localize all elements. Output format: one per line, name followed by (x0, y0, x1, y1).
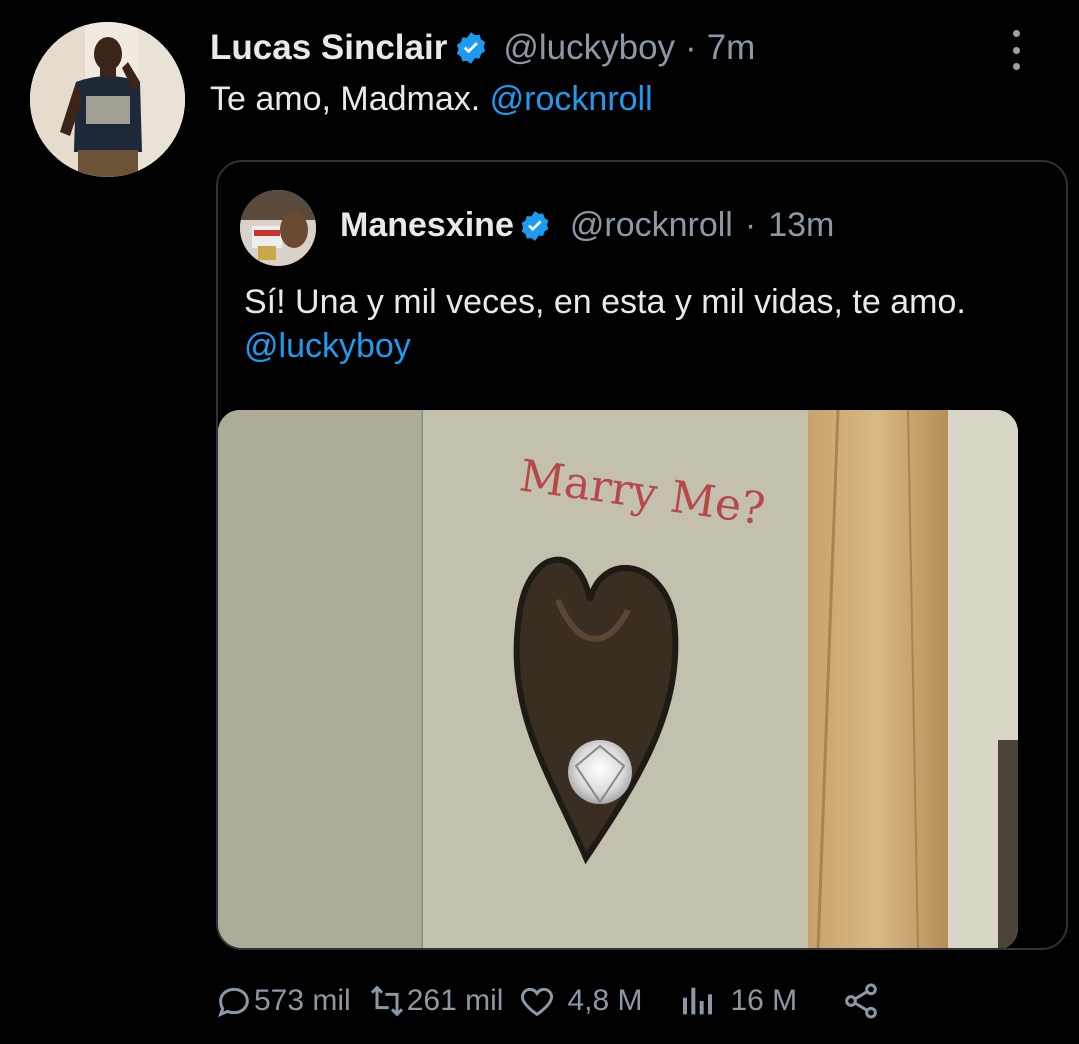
views-button[interactable]: 16 M (678, 981, 797, 1021)
tweet-text: Te amo, Madmax. @rocknroll (210, 80, 653, 119)
verified-badge-icon (521, 210, 549, 241)
quoted-tweet-image[interactable]: Marry Me? (218, 410, 1018, 948)
retweet-count: 261 mil (406, 984, 504, 1017)
quoted-tweet-card[interactable]: Manesxine @rocknroll · 13m Sí! Una y mil… (216, 160, 1068, 950)
quoted-body: Sí! Una y mil veces, en esta y mil vidas… (244, 283, 966, 321)
reply-count: 573 mil (254, 984, 351, 1017)
like-button[interactable]: 4,8 M (517, 981, 642, 1021)
more-icon[interactable] (1006, 30, 1026, 70)
tweet-body: Te amo, Madmax. (210, 80, 481, 118)
share-button[interactable] (841, 981, 881, 1021)
tweet-actions: 573 mil 261 mil 4,8 M 16 M (214, 976, 881, 1026)
quoted-tweet-text: Sí! Una y mil veces, en esta y mil vidas… (244, 280, 1044, 368)
verified-badge-icon (457, 32, 486, 64)
views-icon (683, 987, 713, 1015)
author-handle[interactable]: @luckyboy (503, 28, 675, 68)
author-avatar[interactable] (30, 22, 185, 177)
quoted-header: Manesxine @rocknroll · 13m (340, 206, 834, 245)
views-count: 16 M (730, 984, 798, 1017)
retweet-icon (370, 985, 403, 1017)
share-icon (845, 983, 878, 1019)
quoted-author-avatar[interactable] (240, 190, 316, 266)
author-name[interactable]: Lucas Sinclair (210, 28, 447, 68)
quoted-author-name[interactable]: Manesxine (340, 206, 514, 245)
like-icon (521, 987, 554, 1017)
separator-dot: · (744, 206, 757, 244)
reply-button[interactable]: 573 mil (214, 981, 351, 1021)
retweet-button[interactable]: 261 mil (367, 981, 504, 1021)
quoted-author-handle[interactable]: @rocknroll (570, 206, 733, 245)
tweet-header: Lucas Sinclair @luckyboy · 7m (210, 28, 755, 68)
like-count: 4,8 M (567, 984, 643, 1017)
mention-link[interactable]: @rocknroll (490, 80, 653, 118)
mention-link[interactable]: @luckyboy (244, 327, 411, 365)
separator-dot: · (685, 28, 697, 67)
tweet-time[interactable]: 7m (707, 28, 756, 68)
reply-icon (218, 987, 249, 1018)
quoted-tweet-time[interactable]: 13m (768, 206, 834, 245)
